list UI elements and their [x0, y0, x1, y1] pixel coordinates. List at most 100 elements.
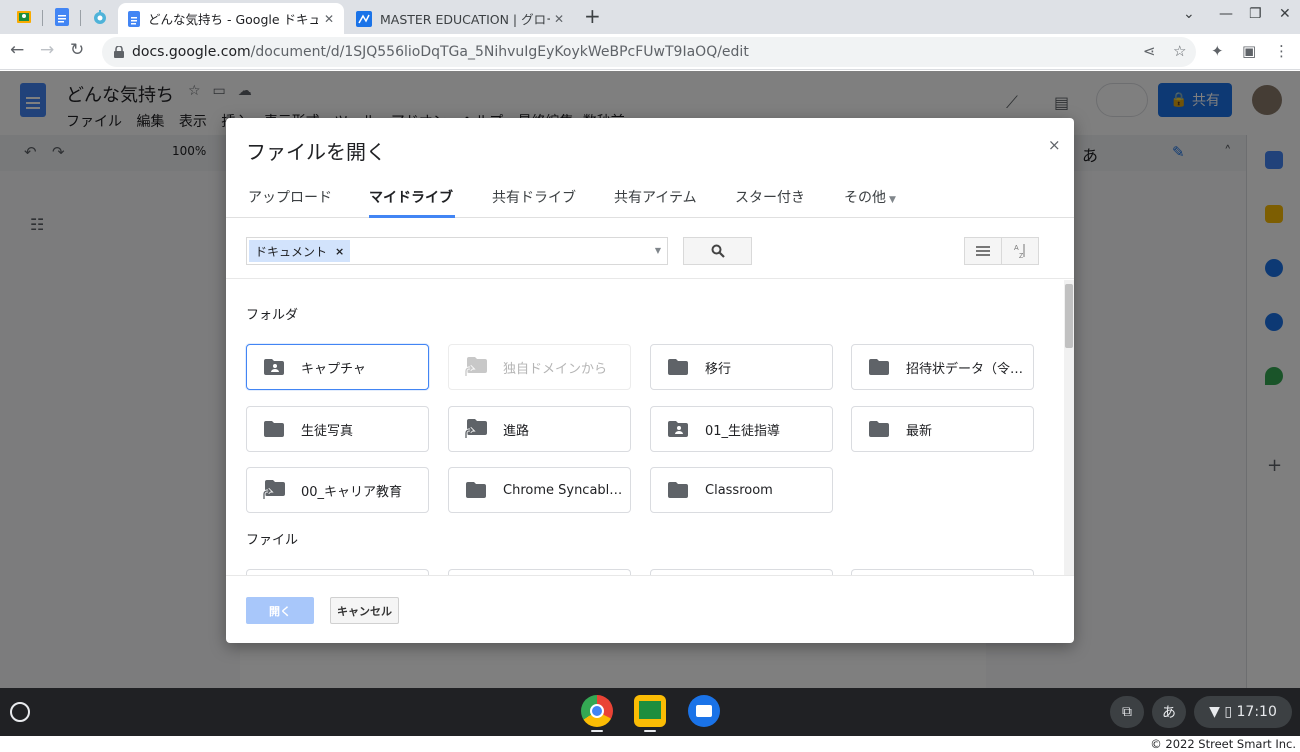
star-icon[interactable]: ☆: [1173, 42, 1186, 60]
classroom-icon: [17, 11, 31, 23]
clock: 17:10: [1236, 704, 1277, 720]
pinned-tab-extension[interactable]: [84, 5, 116, 29]
scroll-thumb[interactable]: [1065, 284, 1073, 348]
folder-name: 生徒写真: [301, 423, 354, 439]
folder-item[interactable]: 移行: [650, 344, 833, 390]
tab-shared-with-me[interactable]: 共有アイテム: [614, 187, 697, 207]
docs-icon: [128, 10, 140, 27]
pinned-tab-classroom[interactable]: [8, 5, 40, 29]
browser-toolbar: ← → ↻ docs.google.com/document/d/1SJQ556…: [0, 34, 1300, 70]
tab-google-docs[interactable]: どんな気持ち - Google ドキュメ ✕: [118, 3, 344, 34]
dialog-title: ファイルを開く: [246, 140, 386, 164]
reload-icon[interactable]: ↻: [70, 40, 84, 60]
filter-chip[interactable]: ドキュメント ×: [249, 240, 351, 262]
folder-name: 01_生徒指導: [705, 423, 781, 439]
folder-item[interactable]: Chrome Syncable F...: [448, 467, 631, 513]
folder-name: 移行: [705, 361, 732, 377]
share-icon[interactable]: ⋖: [1143, 42, 1156, 60]
folder-item[interactable]: キャプチャ: [246, 344, 429, 390]
close-icon[interactable]: ✕: [324, 12, 334, 26]
shortcut-folder-icon: [465, 356, 487, 378]
folder-name: 独自ドメインから: [503, 361, 608, 377]
address-bar[interactable]: docs.google.com/document/d/1SJQ556lioDqT…: [102, 37, 1196, 67]
tab-search-icon[interactable]: ⌄: [1183, 6, 1195, 22]
shortcut-folder-icon: [263, 479, 285, 501]
more-menu-icon[interactable]: ⋮: [1274, 42, 1289, 60]
chrome-icon[interactable]: [581, 695, 613, 727]
ime-indicator[interactable]: あ: [1152, 696, 1186, 728]
sort-az-icon: AZ: [1014, 244, 1025, 259]
folder-item[interactable]: Classroom: [650, 467, 833, 513]
lock-icon: [114, 46, 124, 58]
site-favicon-icon: [356, 10, 372, 27]
folder-item[interactable]: 招待状データ（令…: [851, 344, 1034, 390]
search-row: ドキュメント × ▼ AZ: [226, 219, 1074, 279]
folder-icon: [465, 479, 487, 501]
close-icon[interactable]: ✕: [554, 12, 564, 26]
folder-icon: [667, 479, 689, 501]
shared-folder-icon: [263, 356, 285, 378]
search-input[interactable]: ドキュメント × ▼: [246, 237, 668, 265]
list-view-button[interactable]: [964, 237, 1002, 265]
svg-text:Z: Z: [1019, 253, 1024, 259]
remove-chip-icon[interactable]: ×: [335, 245, 344, 258]
search-button[interactable]: [683, 237, 752, 265]
tab-upload[interactable]: アップロード: [248, 187, 332, 207]
folder-icon: [667, 356, 689, 378]
tab-shared-drives[interactable]: 共有ドライブ: [492, 187, 576, 207]
files-app-icon[interactable]: [688, 695, 720, 727]
extensions-icon[interactable]: ✦: [1211, 42, 1224, 60]
tab-title: MASTER EDUCATION | グロー: [380, 12, 550, 27]
list-view-icon: [976, 246, 990, 256]
picker-tabs: アップロード マイドライブ 共有ドライブ 共有アイテム スター付き その他 ▼: [226, 178, 1074, 218]
dialog-footer: 開く キャンセル: [226, 575, 1074, 643]
folder-item: 独自ドメインから: [448, 344, 631, 390]
folder-name: 00_キャリア教育: [301, 484, 403, 500]
status-tray[interactable]: ▼ ▯ 17:10: [1194, 696, 1292, 728]
folder-name: 招待状データ（令…: [906, 361, 1024, 377]
url-text: docs.google.com/document/d/1SJQ556lioDqT…: [132, 44, 749, 60]
close-window-icon[interactable]: ✕: [1279, 6, 1291, 22]
classroom-app-icon[interactable]: [634, 695, 666, 727]
folder-item[interactable]: 生徒写真: [246, 406, 429, 452]
search-icon: [711, 244, 725, 258]
app-icon: [94, 10, 106, 24]
folder-item[interactable]: 00_キャリア教育: [246, 467, 429, 513]
minimize-icon[interactable]: —: [1219, 6, 1233, 22]
folder-name: Classroom: [705, 482, 773, 498]
folders-heading: フォルダ: [246, 308, 299, 323]
folder-name: 最新: [906, 423, 933, 439]
close-icon[interactable]: ×: [1048, 136, 1061, 154]
chevron-down-icon[interactable]: ▼: [655, 246, 661, 255]
cancel-button[interactable]: キャンセル: [330, 597, 399, 624]
folder-item[interactable]: 進路: [448, 406, 631, 452]
forward-icon[interactable]: →: [40, 40, 54, 60]
back-icon[interactable]: ←: [10, 40, 24, 60]
open-button[interactable]: 開く: [246, 597, 314, 624]
sort-button[interactable]: AZ: [1001, 237, 1039, 265]
folder-item[interactable]: 最新: [851, 406, 1034, 452]
side-panel-icon[interactable]: ▣: [1242, 42, 1256, 60]
svg-text:A: A: [1014, 245, 1019, 252]
restore-icon[interactable]: ❐: [1249, 6, 1262, 22]
tab-master-education[interactable]: MASTER EDUCATION | グロー ✕: [346, 3, 574, 34]
battery-icon: ▯: [1224, 704, 1233, 720]
clipboard-icon[interactable]: ⧉: [1110, 696, 1144, 728]
shared-folder-icon: [667, 418, 689, 440]
active-tab-indicator: [369, 215, 455, 218]
files-heading: ファイル: [246, 533, 299, 548]
copyright-credit: © 2022 Street Smart Inc.: [0, 736, 1300, 752]
folder-item[interactable]: 01_生徒指導: [650, 406, 833, 452]
browser-tab-strip: どんな気持ち - Google ドキュメ ✕ MASTER EDUCATION …: [0, 0, 1300, 34]
new-tab-button[interactable]: +: [584, 4, 601, 28]
tab-my-drive[interactable]: マイドライブ: [369, 187, 453, 207]
pinned-tab-docs[interactable]: [46, 5, 78, 29]
folder-icon: [868, 418, 890, 440]
launcher-icon[interactable]: [10, 702, 30, 722]
tab-starred[interactable]: スター付き: [735, 187, 805, 207]
shortcut-folder-icon: [465, 418, 487, 440]
chevron-down-icon: ▼: [889, 195, 896, 205]
tab-more[interactable]: その他 ▼: [844, 187, 896, 207]
scrollbar[interactable]: [1064, 280, 1074, 575]
folder-icon: [868, 356, 890, 378]
